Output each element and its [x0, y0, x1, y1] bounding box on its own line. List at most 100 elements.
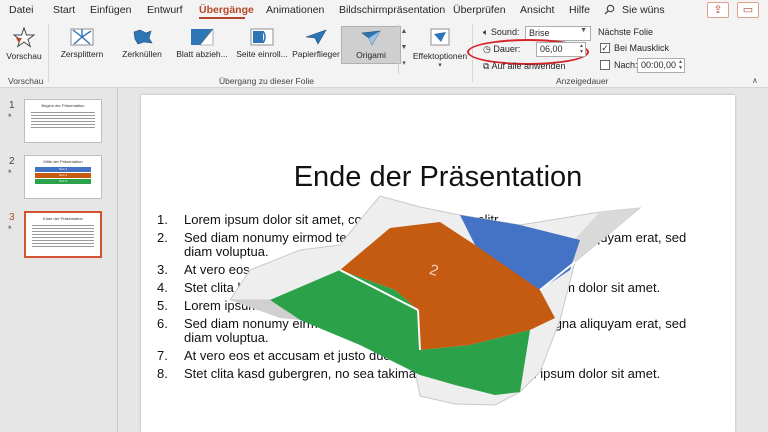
slide-canvas[interactable]: Ende der Präsentation 1. Lorem ipsum dolo…	[141, 95, 735, 432]
list-item: 4. Stet clita kasd gubergren, no sea taki…	[157, 281, 697, 295]
after-value: 00:00,00	[641, 60, 677, 70]
apply-all-icon: ⧉	[483, 61, 490, 71]
tab-hilfe[interactable]: Hilfe	[569, 4, 590, 16]
thumb-text-line	[31, 127, 95, 128]
list-number: 8.	[157, 366, 168, 381]
slide-numbered-list[interactable]: 1. Lorem ipsum dolor sit amet, consetetur…	[157, 213, 697, 385]
transition-label: Zersplittern	[60, 49, 104, 59]
spin-arrows-icon[interactable]: ▲ ▼	[678, 59, 683, 71]
list-text: Sed diam nonumy eirmod tempor invidunt u…	[184, 230, 687, 259]
preview-button[interactable]: Vorschau	[4, 22, 44, 61]
list-item: 6. Sed diam nonumy eirmod tempor invidunt…	[157, 317, 697, 345]
tab-ansicht[interactable]: Ansicht	[520, 4, 554, 16]
on-click-label: Bei Mausklick	[614, 43, 670, 53]
duration-label-text: Dauer:	[493, 44, 521, 54]
thumb-text-line	[32, 240, 94, 241]
tab-einfuegen[interactable]: Einfügen	[90, 4, 131, 16]
list-text: Lorem ipsum dolor sit amet, consetetur s…	[184, 298, 502, 313]
list-item: 3. At vero eos et accusam et justo duo do…	[157, 263, 697, 277]
paper-plane-icon	[304, 28, 328, 46]
transition-star-icon: *	[8, 168, 12, 178]
list-text: Lorem ipsum dolor sit amet, consetetur s…	[184, 212, 502, 227]
list-item: 2. Sed diam nonumy eirmod tempor invidunt…	[157, 231, 697, 259]
transition-seite-einrollen[interactable]: Seite einroll...	[232, 26, 292, 64]
timing-group-label: Anzeigedauer	[556, 76, 609, 86]
after-stepper[interactable]: 00:00,00 ▲ ▼	[637, 58, 685, 73]
menu-tab-bar: Datei Start Einfügen Entwurf Übergänge A…	[0, 0, 768, 20]
list-text: At vero eos et accusam et justo duo dolo…	[184, 348, 514, 363]
slide-thumbnail-3[interactable]: Ende der Präsentation	[24, 211, 102, 258]
tab-start[interactable]: Start	[53, 4, 75, 16]
slide-title[interactable]: Ende der Präsentation	[141, 161, 735, 194]
thumb-number: 3	[9, 212, 15, 223]
sound-label-text: Sound:	[490, 27, 520, 37]
tab-ueberpruefen[interactable]: Überprüfen	[453, 4, 506, 16]
shatter-icon	[70, 28, 94, 46]
apply-all-button[interactable]: ⧉ Auf alle anwenden	[483, 61, 566, 72]
gallery-more-icon[interactable]: ▾	[399, 56, 409, 72]
transition-label: Origami	[356, 50, 386, 60]
transition-origami[interactable]: Origami	[341, 26, 401, 64]
duration-value: 06,00	[540, 44, 563, 54]
duration-label: ◷ Dauer:	[483, 44, 520, 55]
thumb-text-line	[31, 118, 95, 119]
effect-options-icon	[428, 26, 452, 48]
gallery-scrollbar: ▲ ▼ ▾	[398, 24, 409, 74]
tab-datei[interactable]: Datei	[9, 4, 34, 16]
transitions-group-label: Übergang zu dieser Folie	[219, 76, 314, 86]
preview-star-icon	[12, 26, 36, 48]
transition-label: Blatt abzieh...	[176, 49, 228, 59]
list-item: 7. At vero eos et accusam et justo duo do…	[157, 349, 697, 363]
comments-icon[interactable]: ▭	[737, 2, 759, 18]
thumb-title: Mitte der Präsentation	[43, 159, 83, 164]
crumple-icon	[130, 28, 154, 46]
on-click-checkbox[interactable]: ✓	[600, 43, 610, 53]
tab-bildschirmpraesentation[interactable]: Bildschirmpräsentation	[339, 4, 445, 16]
tab-uebergaenge[interactable]: Übergänge	[199, 4, 254, 16]
list-number: 7.	[157, 348, 168, 363]
thumb-bar-blue: Text 1	[35, 167, 91, 172]
transition-zersplittern[interactable]: Zersplittern	[52, 26, 112, 64]
clock-icon: ◷	[483, 44, 491, 54]
transition-zerknuellen[interactable]: Zerknüllen	[112, 26, 172, 64]
sound-value: Brise	[529, 28, 550, 38]
after-label: Nach:	[614, 60, 638, 70]
apply-all-label: Auf alle anwenden	[491, 61, 566, 71]
thumb-text-line	[31, 112, 95, 113]
group-divider	[48, 24, 49, 82]
collapse-ribbon-icon[interactable]: ∧	[752, 76, 758, 85]
thumb-text-line	[31, 115, 95, 116]
transition-papierflieger[interactable]: Papierflieger	[286, 26, 346, 64]
search-icon[interactable]	[604, 4, 615, 18]
thumb-text-line	[31, 121, 95, 122]
thumb-text-line	[32, 237, 94, 238]
preview-group-label: Vorschau	[8, 76, 44, 86]
gallery-scroll-up-icon[interactable]: ▲	[399, 24, 409, 40]
thumb-bar-orange: Text 2	[35, 173, 91, 178]
slide-thumbnail-1[interactable]: Beginn der Präsentation	[24, 99, 102, 143]
search-tell-me[interactable]: Sie wüns	[622, 4, 665, 16]
tab-animationen[interactable]: Animationen	[266, 4, 324, 16]
slide-thumbnail-2[interactable]: Mitte der Präsentation Text 1 Text 2 Tex…	[24, 155, 102, 199]
transition-label: Seite einroll...	[236, 49, 288, 59]
transition-blatt-abziehen[interactable]: Blatt abzieh...	[172, 26, 232, 64]
list-text: Stet clita kasd gubergren, no sea takima…	[184, 366, 661, 381]
tab-entwurf[interactable]: Entwurf	[147, 4, 183, 16]
gallery-scroll-down-icon[interactable]: ▼	[399, 40, 409, 56]
transition-star-icon: *	[8, 112, 12, 122]
checkmark-icon: ✓	[601, 43, 609, 53]
spin-arrows-icon[interactable]: ▲ ▼	[579, 43, 584, 55]
list-text: Sed diam nonumy eirmod tempor invidunt u…	[184, 316, 687, 345]
share-icon[interactable]: ⇪	[707, 2, 729, 18]
after-checkbox[interactable]	[600, 60, 610, 70]
list-text: Stet clita kasd gubergren, no sea takima…	[184, 280, 661, 295]
chevron-down-icon: ▾	[438, 62, 442, 69]
thumb-text-line	[32, 234, 94, 235]
effect-options-button[interactable]: Effektoptionen ▾	[412, 22, 468, 69]
list-number: 5.	[157, 298, 168, 313]
list-number: 2.	[157, 230, 168, 245]
list-number: 3.	[157, 262, 168, 277]
duration-stepper[interactable]: 06,00 ▲ ▼	[536, 42, 586, 57]
transition-label: Zerknüllen	[122, 49, 162, 59]
sound-label: 🔈︎ Sound:	[483, 27, 519, 38]
